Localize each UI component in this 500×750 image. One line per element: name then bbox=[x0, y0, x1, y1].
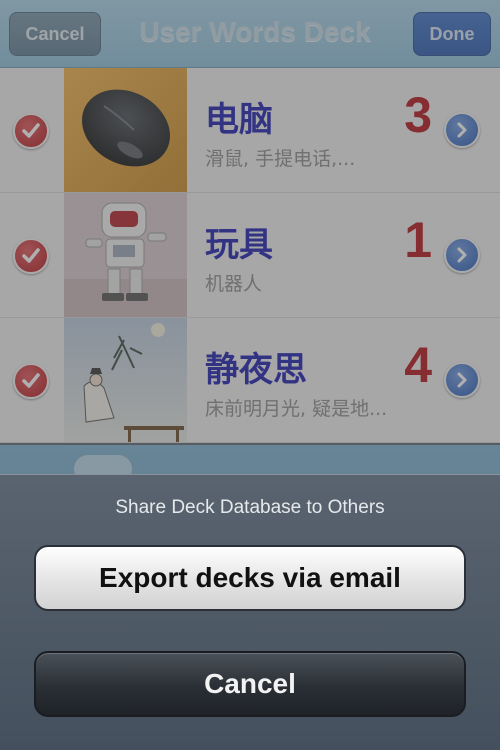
export-decks-button[interactable]: Export decks via email bbox=[34, 545, 466, 611]
action-sheet: Share Deck Database to Others Export dec… bbox=[0, 474, 500, 750]
action-sheet-cancel-button[interactable]: Cancel bbox=[34, 651, 466, 717]
action-sheet-title: Share Deck Database to Others bbox=[115, 497, 385, 518]
